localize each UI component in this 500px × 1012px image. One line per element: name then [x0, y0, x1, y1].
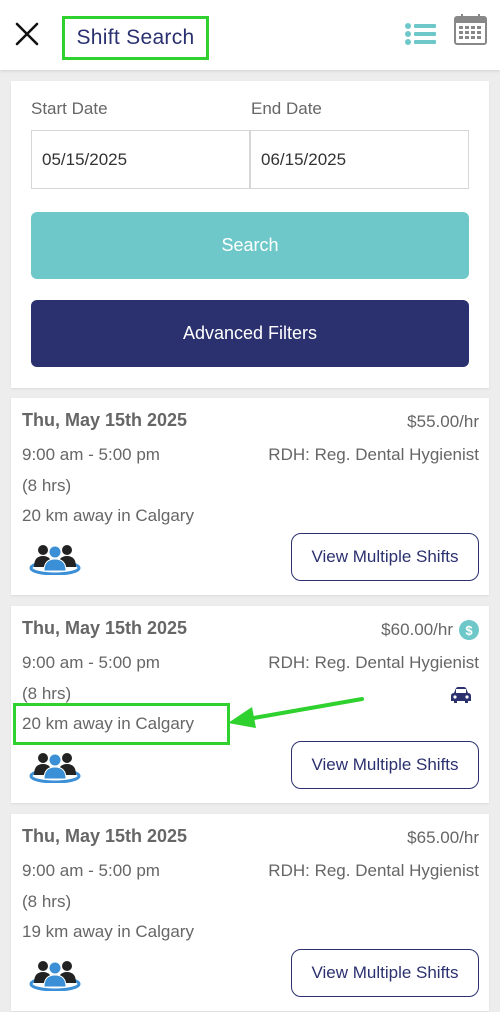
shift-rate-text: $55.00/hr	[407, 412, 479, 431]
start-date-input[interactable]	[31, 130, 250, 189]
start-date-label: Start Date	[31, 99, 108, 118]
shift-date: Thu, May 15th 2025	[22, 618, 188, 638]
annotation-arrow-icon	[228, 697, 364, 728]
shift-role: RDH: Reg. Dental Hygienist	[268, 653, 479, 672]
view-multiple-shifts-button[interactable]: View Multiple Shifts	[291, 949, 479, 997]
advanced-filters-button[interactable]: Advanced Filters	[31, 300, 469, 367]
group-icon	[29, 545, 81, 575]
shift-duration: (8 hrs)	[22, 684, 72, 703]
shift-role: RDH: Reg. Dental Hygienist	[268, 445, 479, 464]
shift-time: 9:00 am - 5:00 pm	[22, 653, 160, 672]
calendar-icon[interactable]	[452, 12, 490, 46]
shift-time: 9:00 am - 5:00 pm	[22, 445, 160, 464]
shift-distance: 19 km away in Calgary	[22, 922, 194, 941]
shift-rate: $60.00/hr $	[381, 620, 479, 640]
shift-distance: 20 km away in Calgary	[22, 506, 194, 525]
search-panel: Start Date End Date Search Advanced Filt…	[11, 81, 489, 388]
view-multiple-shifts-button[interactable]: View Multiple Shifts	[291, 533, 479, 581]
list-icon[interactable]	[402, 18, 440, 50]
shift-rate-text: $60.00/hr	[381, 620, 453, 639]
shift-duration: (8 hrs)	[22, 476, 72, 495]
group-icon	[29, 753, 81, 783]
shift-rate-text: $65.00/hr	[407, 828, 479, 847]
view-multiple-shifts-button[interactable]: View Multiple Shifts	[291, 741, 479, 789]
shift-date: Thu, May 15th 2025	[22, 410, 188, 430]
group-icon	[29, 961, 81, 991]
shift-rate: $65.00/hr	[407, 828, 479, 848]
shift-date: Thu, May 15th 2025	[22, 826, 188, 846]
page-title-highlight: Shift Search	[62, 16, 209, 60]
close-icon[interactable]	[10, 17, 44, 51]
shift-distance: 20 km away in Calgary	[22, 714, 194, 733]
shift-time: 9:00 am - 5:00 pm	[22, 861, 160, 880]
shift-card[interactable]: Thu, May 15th 2025 $55.00/hr 9:00 am - 5…	[11, 398, 489, 595]
shift-rate: $55.00/hr	[407, 412, 479, 432]
page-title: Shift Search	[76, 26, 195, 49]
end-date-label: End Date	[251, 99, 322, 118]
dollar-badge-icon: $	[459, 620, 479, 640]
end-date-input[interactable]	[250, 130, 469, 189]
search-button[interactable]: Search	[31, 212, 469, 279]
shift-card[interactable]: Thu, May 15th 2025 $65.00/hr 9:00 am - 5…	[11, 814, 489, 1011]
car-icon	[451, 687, 471, 703]
shift-duration: (8 hrs)	[22, 892, 72, 911]
top-bar: Shift Search	[0, 0, 500, 70]
shift-role: RDH: Reg. Dental Hygienist	[268, 861, 479, 880]
